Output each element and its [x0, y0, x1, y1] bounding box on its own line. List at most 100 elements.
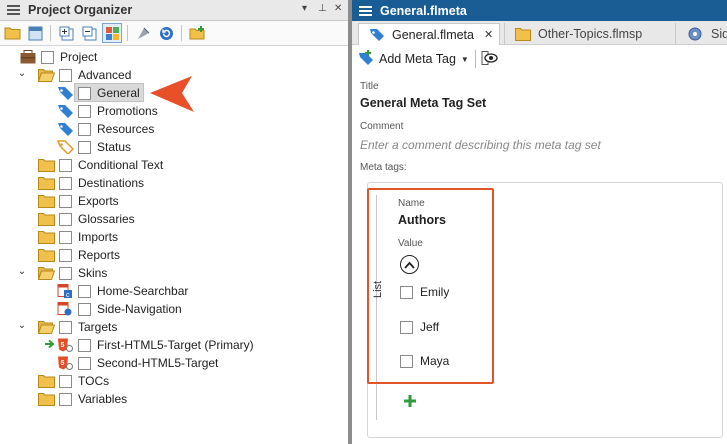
tree-item-tocs[interactable]: TOCs [38, 372, 109, 390]
tree-item-label: Advanced [78, 68, 132, 82]
folder-icon [38, 212, 55, 226]
orange-tag-icon [56, 140, 75, 156]
checkbox[interactable] [59, 194, 72, 208]
add-value-plus-icon[interactable] [403, 394, 417, 408]
tree-item-conditional-text[interactable]: Conditional Text [38, 156, 163, 174]
checkbox[interactable] [78, 338, 91, 352]
blue-tag-icon [369, 28, 385, 42]
tab-sid[interactable]: Sid [678, 23, 727, 45]
checkbox[interactable] [59, 374, 72, 388]
chevron-down-icon[interactable]: ⌄ [16, 266, 28, 277]
comment-field[interactable]: Enter a comment describing this meta tag… [360, 138, 601, 152]
open-folder-icon [37, 320, 56, 334]
checkbox[interactable] [78, 302, 91, 316]
editor-toolbar: Add Meta Tag ▼ [352, 46, 727, 72]
folder-icon [515, 27, 531, 41]
svg-text:5: 5 [61, 342, 65, 349]
folder-icon [38, 248, 55, 262]
checkbox[interactable] [59, 230, 72, 244]
checkbox[interactable] [78, 284, 91, 298]
checkbox[interactable] [41, 50, 54, 64]
tree-item-project[interactable]: Project [20, 48, 97, 66]
folder-icon[interactable] [2, 23, 22, 43]
title-field[interactable]: General Meta Tag Set [360, 96, 486, 110]
tree-item-promotions[interactable]: Promotions [57, 102, 158, 120]
tree-item-status[interactable]: Status [56, 138, 131, 156]
checkbox[interactable] [59, 212, 72, 226]
chevron-down-icon[interactable]: ▼ [461, 55, 469, 64]
close-icon[interactable]: ✕ [334, 3, 342, 14]
tree-item-label: Imports [78, 230, 119, 244]
tree-item-first-html5-target[interactable]: 5 First-HTML5-Target (Primary) [57, 336, 254, 354]
add-meta-tag-icon [358, 49, 374, 69]
pane-title: Project Organizer [28, 3, 133, 17]
add-folder-icon[interactable] [187, 23, 207, 43]
blue-tag-icon [57, 86, 74, 100]
tree-item-imports[interactable]: Imports [38, 228, 118, 246]
comment-label: Comment [360, 121, 404, 132]
pane-dropdown-icon[interactable]: ▾ [302, 3, 307, 14]
checkbox[interactable] [59, 320, 72, 334]
tree-item-label: Reports [78, 248, 121, 262]
checkbox[interactable] [78, 122, 91, 136]
checkbox[interactable] [59, 266, 72, 280]
tab-general-flmeta[interactable]: General.flmeta ✕ [358, 23, 500, 45]
tree-item-label: First-HTML5-Target (Primary) [97, 338, 254, 352]
grid-view-icon[interactable] [102, 23, 122, 43]
tree-item-label: Resources [97, 122, 155, 136]
expand-all-icon[interactable] [56, 23, 76, 43]
collapse-all-icon[interactable] [79, 23, 99, 43]
tree-item-label: Skins [78, 266, 108, 280]
tree-item-general[interactable]: General [0, 83, 150, 102]
tree-item-skins[interactable]: Skins [37, 264, 108, 282]
panel-view-icon[interactable] [25, 23, 45, 43]
checkbox[interactable] [59, 248, 72, 262]
menu-icon[interactable] [7, 5, 20, 15]
tree-item-destinations[interactable]: Destinations [38, 174, 144, 192]
annotation-highlight-box [367, 188, 494, 384]
menu-icon[interactable] [359, 5, 372, 16]
tree-item-targets[interactable]: Targets [37, 318, 117, 336]
svg-text:c: c [66, 292, 70, 298]
meta-tag-editor-pane: General.flmeta General.flmeta ✕ Other-To… [352, 0, 727, 444]
skin-icon [57, 302, 74, 316]
checkbox[interactable] [78, 86, 91, 100]
tree-item-exports[interactable]: Exports [38, 192, 119, 210]
chevron-down-icon[interactable]: ⌄ [16, 320, 28, 331]
checkbox[interactable] [78, 140, 91, 154]
toolbar-separator [50, 25, 51, 41]
tree-item-label: Variables [78, 392, 128, 406]
checkbox[interactable] [59, 68, 72, 82]
checkbox[interactable] [59, 158, 72, 172]
tree-item-home-searchbar[interactable]: c Home-Searchbar [57, 282, 188, 300]
tree-item-variables[interactable]: Variables [38, 390, 127, 408]
tree-item-second-html5-target[interactable]: 5 Second-HTML5-Target [57, 354, 218, 372]
refresh-icon[interactable] [156, 23, 176, 43]
skin-icon: c [57, 284, 74, 299]
tree-item-label: Destinations [78, 176, 145, 190]
merge-icon[interactable] [133, 23, 153, 43]
open-folder-icon [37, 68, 56, 82]
checkbox[interactable] [78, 104, 91, 118]
pin-icon[interactable]: ⊥ [318, 3, 327, 14]
tree-item-reports[interactable]: Reports [38, 246, 120, 264]
close-icon[interactable]: ✕ [484, 28, 493, 41]
tree-item-advanced[interactable]: Advanced [37, 66, 132, 84]
tree-item-resources[interactable]: Resources [57, 120, 154, 138]
tree-item-glossaries[interactable]: Glossaries [38, 210, 135, 228]
tree-item-label: General [97, 86, 140, 100]
preview-icon[interactable] [481, 50, 498, 68]
folder-icon [38, 158, 55, 172]
svg-text:5: 5 [61, 360, 65, 367]
tab-other-topics-flmsp[interactable]: Other-Topics.flmsp [504, 23, 676, 45]
tree-item-label: Exports [78, 194, 119, 208]
chevron-down-icon[interactable]: ⌄ [16, 68, 28, 79]
briefcase-icon [20, 50, 37, 64]
annotation-arrow-icon [150, 76, 194, 112]
checkbox[interactable] [78, 356, 91, 370]
checkbox[interactable] [59, 176, 72, 190]
add-meta-tag-button[interactable]: Add Meta Tag [379, 52, 456, 66]
tree-item-side-navigation[interactable]: Side-Navigation [57, 300, 182, 318]
folder-icon [38, 230, 55, 244]
checkbox[interactable] [59, 392, 72, 406]
